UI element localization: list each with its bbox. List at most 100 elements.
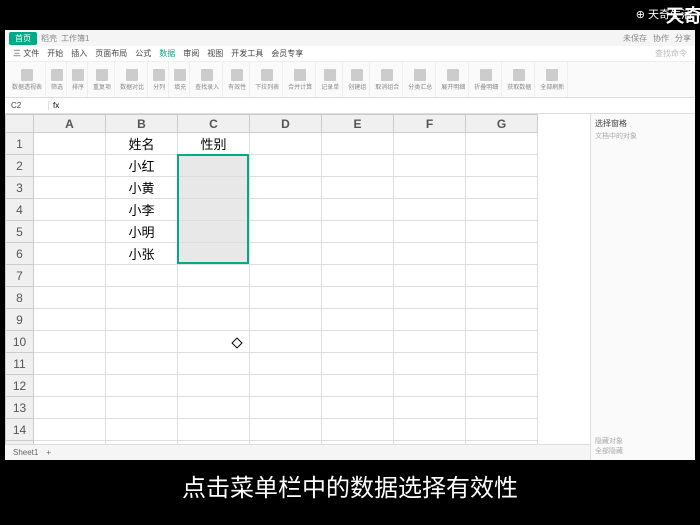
sidebar-hide-obj[interactable]: 隐藏对象 [595, 436, 691, 446]
cell-F14[interactable] [394, 419, 466, 441]
cell-F13[interactable] [394, 397, 466, 419]
cell-B14[interactable] [106, 419, 178, 441]
cell-D10[interactable] [250, 331, 322, 353]
menu-search[interactable]: 查找命令 [655, 48, 687, 59]
ribbon-16[interactable]: 折叠明细 [471, 62, 502, 97]
menu-data[interactable]: 数据 [159, 48, 175, 59]
cell-E4[interactable] [322, 199, 394, 221]
cell-A2[interactable] [34, 155, 106, 177]
col-hdr-D[interactable]: D [250, 115, 322, 133]
cell-G13[interactable] [466, 397, 538, 419]
cell-B13[interactable] [106, 397, 178, 419]
name-box[interactable]: C2 [9, 101, 49, 110]
cell-C11[interactable] [178, 353, 250, 375]
cell-A4[interactable] [34, 199, 106, 221]
menu-insert[interactable]: 插入 [71, 48, 87, 59]
cell-B1[interactable]: 姓名 [106, 133, 178, 155]
ribbon-0[interactable]: 数据透视表 [9, 62, 46, 97]
cell-C7[interactable] [178, 265, 250, 287]
cell-G1[interactable] [466, 133, 538, 155]
cell-F3[interactable] [394, 177, 466, 199]
cell-G6[interactable] [466, 243, 538, 265]
col-hdr-C[interactable]: C [178, 115, 250, 133]
menu-view[interactable]: 视图 [207, 48, 223, 59]
cell-B10[interactable] [106, 331, 178, 353]
cell-F9[interactable] [394, 309, 466, 331]
cell-G4[interactable] [466, 199, 538, 221]
row-hdr-8[interactable]: 8 [6, 287, 34, 309]
ribbon-17[interactable]: 获取数据 [504, 62, 535, 97]
cell-D2[interactable] [250, 155, 322, 177]
titlebar-collab[interactable]: 协作 [653, 33, 669, 44]
cell-E11[interactable] [322, 353, 394, 375]
cell-C8[interactable] [178, 287, 250, 309]
cell-D13[interactable] [250, 397, 322, 419]
cell-A15[interactable] [34, 441, 106, 445]
col-hdr-B[interactable]: B [106, 115, 178, 133]
cell-F2[interactable] [394, 155, 466, 177]
ribbon-18[interactable]: 全部刷新 [537, 62, 568, 97]
cell-A12[interactable] [34, 375, 106, 397]
cell-D1[interactable] [250, 133, 322, 155]
cell-A7[interactable] [34, 265, 106, 287]
cell-G3[interactable] [466, 177, 538, 199]
col-hdr-E[interactable]: E [322, 115, 394, 133]
cell-F11[interactable] [394, 353, 466, 375]
cell-C4[interactable] [178, 199, 250, 221]
cell-F8[interactable] [394, 287, 466, 309]
cell-F6[interactable] [394, 243, 466, 265]
cell-A1[interactable] [34, 133, 106, 155]
ribbon-6[interactable]: 填充 [171, 62, 190, 97]
cell-E14[interactable] [322, 419, 394, 441]
cell-C13[interactable] [178, 397, 250, 419]
col-hdr-F[interactable]: F [394, 115, 466, 133]
ribbon-5[interactable]: 分列 [150, 62, 169, 97]
cell-A11[interactable] [34, 353, 106, 375]
cell-E1[interactable] [322, 133, 394, 155]
cell-B7[interactable] [106, 265, 178, 287]
row-hdr-7[interactable]: 7 [6, 265, 34, 287]
cell-C9[interactable] [178, 309, 250, 331]
cell-B15[interactable] [106, 441, 178, 445]
col-hdr-A[interactable]: A [34, 115, 106, 133]
cell-E8[interactable] [322, 287, 394, 309]
row-hdr-13[interactable]: 13 [6, 397, 34, 419]
cell-A9[interactable] [34, 309, 106, 331]
ribbon-12[interactable]: 创建组 [345, 62, 370, 97]
row-hdr-10[interactable]: 10 [6, 331, 34, 353]
row-hdr-9[interactable]: 9 [6, 309, 34, 331]
cell-C6[interactable] [178, 243, 250, 265]
cell-C14[interactable] [178, 419, 250, 441]
cell-F15[interactable] [394, 441, 466, 445]
ribbon-14[interactable]: 分类汇总 [405, 62, 436, 97]
ribbon-1[interactable]: 筛选 [48, 62, 67, 97]
cell-E13[interactable] [322, 397, 394, 419]
cell-B11[interactable] [106, 353, 178, 375]
cell-B4[interactable]: 小李 [106, 199, 178, 221]
cell-G5[interactable] [466, 221, 538, 243]
cell-D8[interactable] [250, 287, 322, 309]
ribbon-7[interactable]: 查找录入 [192, 62, 223, 97]
col-hdr-G[interactable]: G [466, 115, 538, 133]
cell-A6[interactable] [34, 243, 106, 265]
cell-D15[interactable] [250, 441, 322, 445]
cell-F12[interactable] [394, 375, 466, 397]
cell-E10[interactable] [322, 331, 394, 353]
cell-E12[interactable] [322, 375, 394, 397]
menu-dev[interactable]: 开发工具 [231, 48, 263, 59]
cell-G2[interactable] [466, 155, 538, 177]
cell-E9[interactable] [322, 309, 394, 331]
cell-C1[interactable]: 性别 [178, 133, 250, 155]
cell-D11[interactable] [250, 353, 322, 375]
cell-E3[interactable] [322, 177, 394, 199]
cell-C12[interactable] [178, 375, 250, 397]
cell-A13[interactable] [34, 397, 106, 419]
cell-E5[interactable] [322, 221, 394, 243]
cell-F4[interactable] [394, 199, 466, 221]
cell-A10[interactable] [34, 331, 106, 353]
fx-icon[interactable]: fx [53, 101, 59, 110]
row-hdr-15[interactable]: 15 [6, 441, 34, 445]
cell-B2[interactable]: 小红 [106, 155, 178, 177]
cell-D4[interactable] [250, 199, 322, 221]
cell-A3[interactable] [34, 177, 106, 199]
